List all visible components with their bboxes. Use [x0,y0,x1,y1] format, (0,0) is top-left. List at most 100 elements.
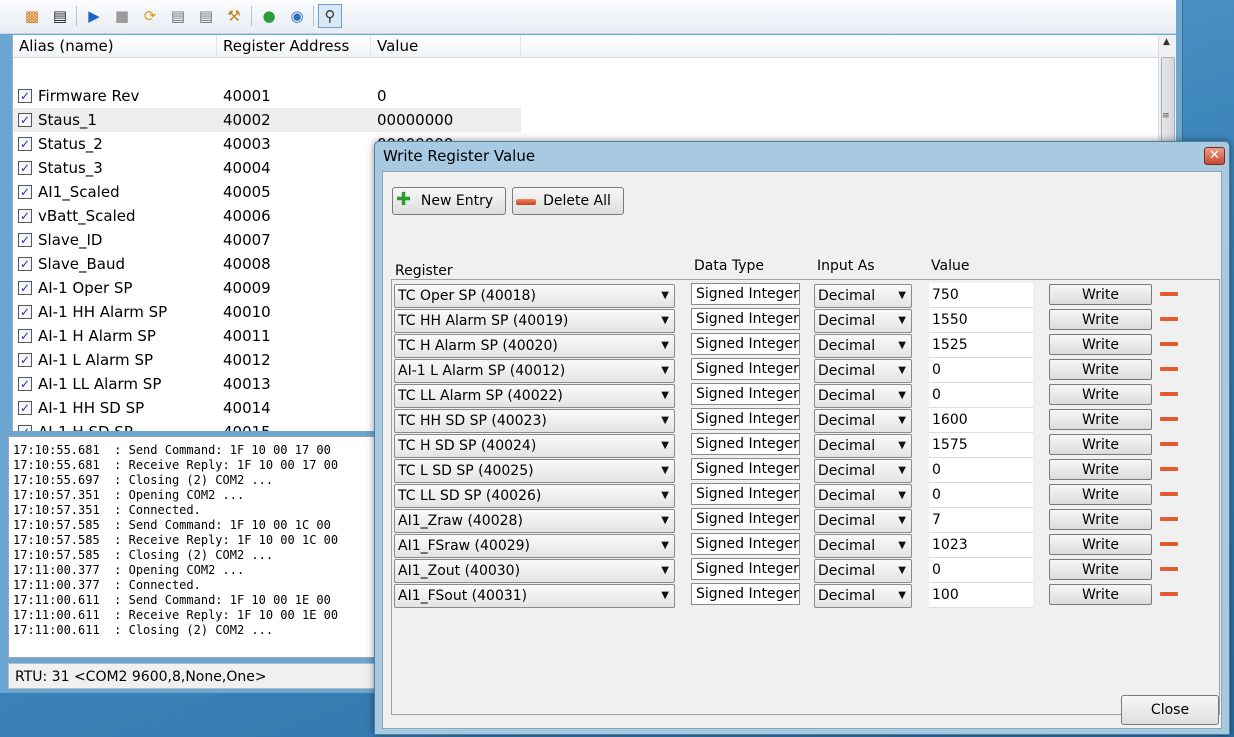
data-type-field[interactable]: Signed Integer [691,433,800,455]
data-type-field[interactable]: Signed Integer [691,458,800,480]
value-input[interactable]: 1600 [929,408,1033,433]
register-select[interactable]: AI-1 L Alarm SP (40012) ▼ [394,359,675,383]
input-as-select[interactable]: Decimal ▼ [814,284,912,308]
remove-row-icon[interactable] [1160,492,1178,496]
remove-row-icon[interactable] [1160,517,1178,521]
remove-row-icon[interactable] [1160,292,1178,296]
remove-row-icon[interactable] [1160,417,1178,421]
row-checkbox[interactable]: ✓ [18,305,32,319]
register-select[interactable]: TC Oper SP (40018) ▼ [394,284,675,308]
row-checkbox[interactable]: ✓ [18,401,32,415]
data-type-field[interactable]: Signed Integer [691,408,800,430]
remove-row-icon[interactable] [1160,592,1178,596]
write-button[interactable]: Write [1049,309,1152,330]
col-value[interactable]: Value [371,35,521,58]
register-select[interactable]: TC HH SD SP (40023) ▼ [394,409,675,433]
register-select[interactable]: TC H SD SP (40024) ▼ [394,434,675,458]
value-input[interactable]: 1575 [929,433,1033,458]
value-input[interactable]: 0 [929,458,1033,483]
data-type-field[interactable]: Signed Integer [691,283,800,305]
data-type-field[interactable]: Signed Integer [691,483,800,505]
remove-row-icon[interactable] [1160,542,1178,546]
communication-log[interactable]: 17:10:55.681 : Send Command: 1F 10 00 17… [8,436,376,658]
row-checkbox[interactable]: ✓ [18,425,32,431]
write-button[interactable]: Write [1049,459,1152,480]
register-select[interactable]: TC L SD SP (40025) ▼ [394,459,675,483]
value-input[interactable]: 100 [929,583,1033,608]
write-button[interactable]: Write [1049,584,1152,605]
input-as-select[interactable]: Decimal ▼ [814,384,912,408]
input-as-select[interactable]: Decimal ▼ [814,534,912,558]
register-select[interactable]: AI1_FSraw (40029) ▼ [394,534,675,558]
write-button[interactable]: Write [1049,509,1152,530]
value-input[interactable]: 1023 [929,533,1033,558]
data-type-field[interactable]: Signed Integer [691,308,800,330]
input-as-select[interactable]: Decimal ▼ [814,584,912,608]
register-select[interactable]: AI1_FSout (40031) ▼ [394,584,675,608]
write-button[interactable]: Write [1049,359,1152,380]
list-row[interactable]: ✓ Firmware Rev 40001 0 [13,84,1159,108]
save-icon[interactable]: ▤ [48,4,72,28]
remove-row-icon[interactable] [1160,567,1178,571]
globe-icon[interactable]: ◉ [285,4,309,28]
value-input[interactable]: 0 [929,483,1033,508]
remove-row-icon[interactable] [1160,317,1178,321]
data-type-field[interactable]: Signed Integer [691,333,800,355]
row-checkbox[interactable]: ✓ [18,89,32,103]
search-icon[interactable]: ⚲ [318,4,342,28]
data-type-field[interactable]: Signed Integer [691,583,800,605]
row-checkbox[interactable]: ✓ [18,137,32,151]
col-alias[interactable]: Alias (name) [13,35,217,58]
row-checkbox[interactable]: ✓ [18,233,32,247]
groups-icon[interactable]: ● [257,4,281,28]
row-checkbox[interactable]: ✓ [18,185,32,199]
row-checkbox[interactable]: ✓ [18,257,32,271]
remove-row-icon[interactable] [1160,342,1178,346]
remove-row-icon[interactable] [1160,392,1178,396]
write-button[interactable]: Write [1049,434,1152,455]
value-input[interactable]: 7 [929,508,1033,533]
row-checkbox[interactable]: ✓ [18,353,32,367]
db-write-icon[interactable]: ▤ [194,4,218,28]
close-button[interactable]: Close [1121,695,1219,725]
new-entry-button[interactable]: ✚ New Entry [392,187,506,215]
row-checkbox[interactable]: ✓ [18,209,32,223]
write-button[interactable]: Write [1049,334,1152,355]
close-icon[interactable]: ✕ [1204,147,1225,165]
refresh-icon[interactable]: ⟳ [138,4,162,28]
input-as-select[interactable]: Decimal ▼ [814,309,912,333]
remove-row-icon[interactable] [1160,442,1178,446]
row-checkbox[interactable]: ✓ [18,161,32,175]
delete-all-button[interactable]: Delete All [512,187,624,215]
register-select[interactable]: AI1_Zout (40030) ▼ [394,559,675,583]
data-type-field[interactable]: Signed Integer [691,358,800,380]
input-as-select[interactable]: Decimal ▼ [814,359,912,383]
write-button[interactable]: Write [1049,484,1152,505]
db-read-icon[interactable]: ▤ [166,4,190,28]
write-button[interactable]: Write [1049,559,1152,580]
register-select[interactable]: TC LL Alarm SP (40022) ▼ [394,384,675,408]
input-as-select[interactable]: Decimal ▼ [814,434,912,458]
data-type-field[interactable]: Signed Integer [691,558,800,580]
value-input[interactable]: 750 [929,283,1033,308]
remove-row-icon[interactable] [1160,367,1178,371]
input-as-select[interactable]: Decimal ▼ [814,484,912,508]
write-button[interactable]: Write [1049,384,1152,405]
input-as-select[interactable]: Decimal ▼ [814,559,912,583]
stop-icon[interactable]: ■ [110,4,134,28]
data-type-field[interactable]: Signed Integer [691,508,800,530]
input-as-select[interactable]: Decimal ▼ [814,334,912,358]
row-checkbox[interactable]: ✓ [18,329,32,343]
scroll-up-icon[interactable]: ▲ [1163,37,1170,47]
col-address[interactable]: Register Address [217,35,371,58]
open-icon[interactable]: ▩ [20,4,44,28]
register-select[interactable]: TC H Alarm SP (40020) ▼ [394,334,675,358]
write-button[interactable]: Write [1049,409,1152,430]
input-as-select[interactable]: Decimal ▼ [814,409,912,433]
row-checkbox[interactable]: ✓ [18,377,32,391]
register-select[interactable]: AI1_Zraw (40028) ▼ [394,509,675,533]
write-button[interactable]: Write [1049,534,1152,555]
row-checkbox[interactable]: ✓ [18,281,32,295]
value-input[interactable]: 0 [929,358,1033,383]
remove-row-icon[interactable] [1160,467,1178,471]
